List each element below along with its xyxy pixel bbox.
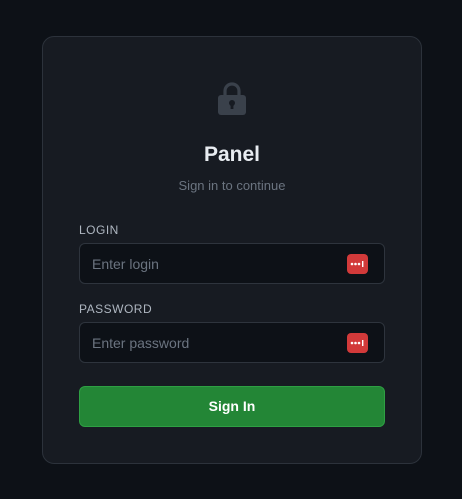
page-title: Panel — [203, 143, 261, 166]
password-field[interactable] — [79, 322, 385, 363]
password-manager-icon[interactable] — [347, 254, 368, 274]
login-field[interactable] — [79, 243, 385, 284]
login-card: Panel Sign in to continue LOGIN PASSWORD… — [42, 36, 422, 464]
password-input[interactable] — [80, 323, 384, 362]
page-subtitle: Sign in to continue — [178, 178, 286, 193]
password-label: PASSWORD — [79, 302, 153, 316]
password-manager-icon[interactable] — [347, 333, 368, 353]
lock-icon — [218, 81, 246, 115]
login-label: LOGIN — [79, 223, 119, 237]
login-input[interactable] — [80, 244, 384, 283]
sign-in-button[interactable]: Sign In — [79, 386, 385, 427]
